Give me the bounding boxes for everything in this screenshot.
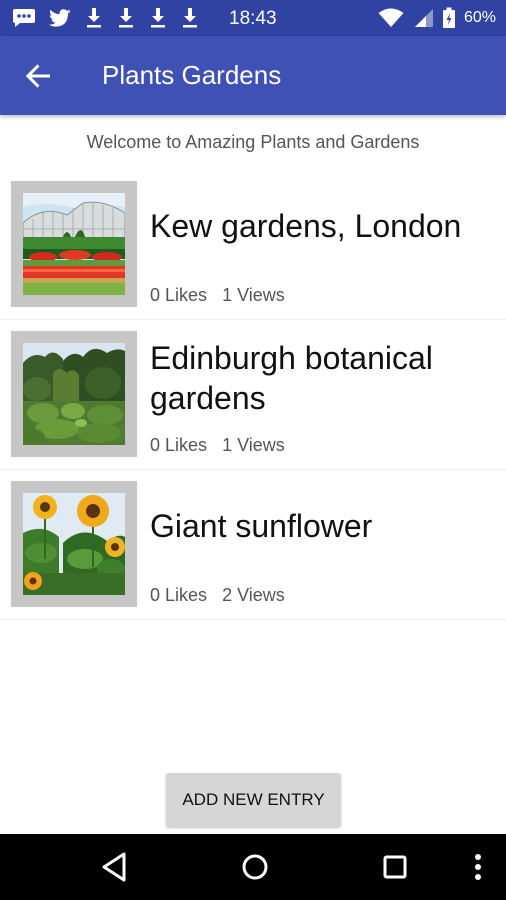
signal-icon (414, 9, 433, 27)
app-bar: Plants Gardens (0, 36, 506, 115)
entry-title: Edinburgh botanical gardens (150, 340, 433, 416)
download-icon (87, 8, 101, 28)
nav-home-button[interactable] (240, 851, 270, 888)
system-icons: 60% (378, 7, 496, 29)
message-icon (13, 9, 35, 27)
welcome-text: Welcome to Amazing Plants and Gardens (86, 132, 420, 152)
likes-count: 0 Likes (150, 585, 208, 605)
notification-icons (12, 7, 200, 29)
download-icon (151, 8, 165, 28)
thumbnail (11, 331, 137, 457)
arrow-back-icon (25, 64, 50, 88)
list-item[interactable]: Giant sunflower 0 Likes 2 Views (0, 470, 506, 620)
sunflower-photo (23, 493, 125, 595)
views-count: 2 Views (222, 585, 285, 605)
glasshouse-garden-photo (23, 193, 125, 295)
nav-back-button[interactable] (100, 851, 128, 888)
home-circle-icon (242, 854, 268, 880)
back-triangle-icon (102, 852, 126, 882)
likes-count: 0 Likes (150, 435, 208, 455)
entry-stats: 0 Likes 2 Views (150, 585, 285, 606)
status-bar: 18:43 60% (0, 0, 506, 36)
entry-title: Giant sunflower (150, 508, 373, 544)
back-button[interactable] (18, 56, 58, 96)
battery-icon (442, 7, 455, 28)
clock: 18:43 (229, 8, 277, 29)
likes-count: 0 Likes (150, 285, 208, 305)
thumbnail (11, 181, 137, 307)
more-vert-icon (475, 854, 481, 880)
navigation-bar (0, 834, 506, 900)
views-count: 1 Views (222, 435, 285, 455)
views-count: 1 Views (222, 285, 285, 305)
download-icon (119, 8, 133, 28)
download-icon (183, 8, 197, 28)
entry-stats: 0 Likes 1 Views (150, 435, 285, 456)
entry-list: Kew gardens, London 0 Likes 1 Views Edin… (0, 170, 506, 620)
page-title: Plants Gardens (102, 60, 282, 90)
thumbnail (11, 481, 137, 607)
entry-stats: 0 Likes 1 Views (150, 285, 285, 306)
recents-square-icon (383, 855, 407, 879)
battery-percent: 60% (463, 9, 496, 26)
nav-more-button[interactable] (470, 851, 486, 888)
entry-title: Kew gardens, London (150, 208, 462, 244)
green-garden-photo (23, 343, 125, 445)
wifi-icon (378, 8, 404, 27)
add-new-entry-button[interactable]: ADD NEW ENTRY (166, 773, 341, 827)
nav-recents-button[interactable] (381, 851, 409, 888)
list-item[interactable]: Kew gardens, London 0 Likes 1 Views (0, 170, 506, 320)
list-item[interactable]: Edinburgh botanical gardens 0 Likes 1 Vi… (0, 320, 506, 470)
twitter-icon (48, 9, 71, 27)
